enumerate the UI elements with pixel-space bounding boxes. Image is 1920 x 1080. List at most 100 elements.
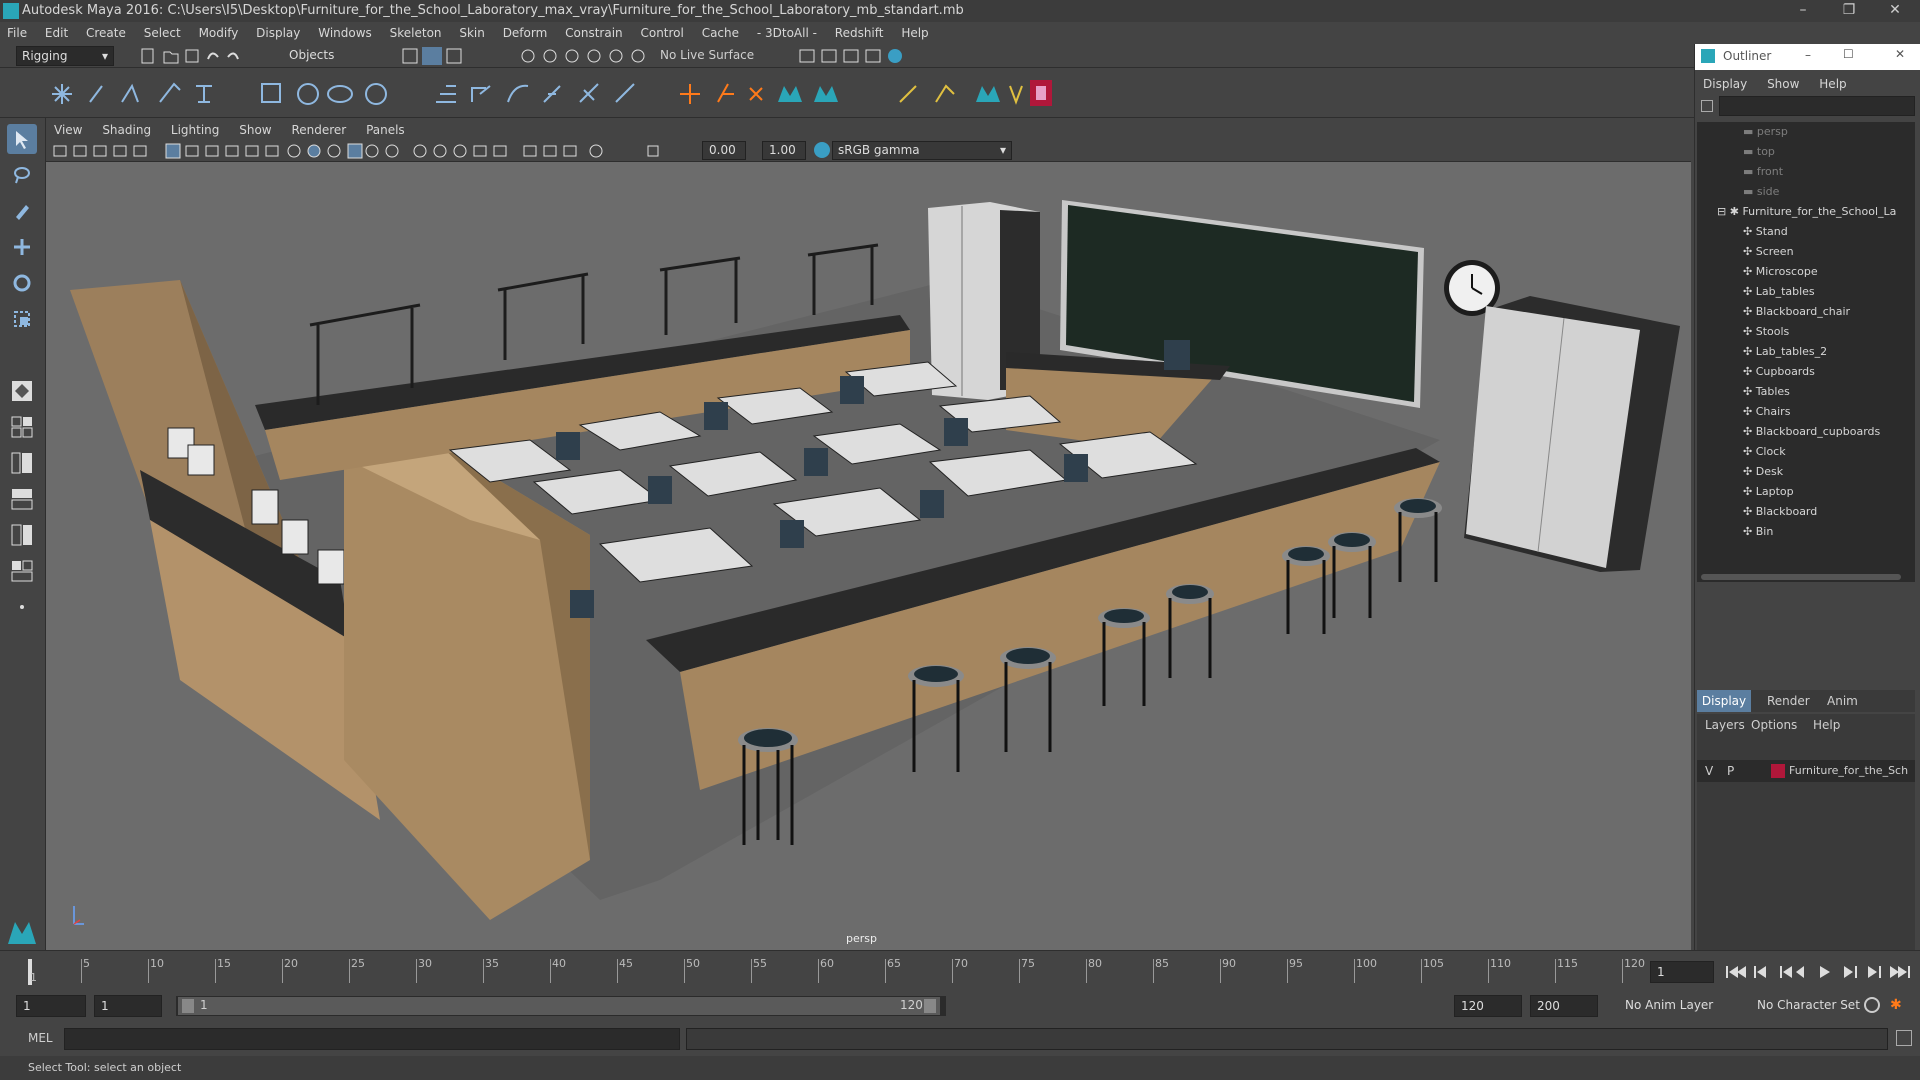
menu-skin[interactable]: Skin	[452, 22, 492, 44]
outliner-item-top[interactable]: ▬ top	[1743, 142, 1775, 162]
playback-start-field[interactable]: 1	[94, 995, 162, 1017]
menu-deform[interactable]: Deform	[496, 22, 555, 44]
command-input[interactable]	[64, 1028, 680, 1050]
outliner-item-blackboard[interactable]: ✣ Blackboard	[1743, 502, 1817, 522]
tab-anim[interactable]: Anim	[1827, 690, 1858, 712]
render-toolbar[interactable]	[796, 47, 916, 65]
menu-create[interactable]: Create	[79, 22, 133, 44]
menuset-dropdown[interactable]: Rigging ▾	[16, 46, 114, 66]
outliner-item-chairs[interactable]: ✣ Chairs	[1743, 402, 1790, 422]
outliner-item-stools[interactable]: ✣ Stools	[1743, 322, 1789, 342]
outliner-h-scrollbar[interactable]	[1701, 574, 1901, 580]
outliner-menu-help[interactable]: Help	[1811, 74, 1854, 94]
menu-modify[interactable]: Modify	[192, 22, 246, 44]
menu-redshift[interactable]: Redshift	[828, 22, 891, 44]
close-icon[interactable]: ✕	[1872, 0, 1918, 22]
panel-menu-renderer[interactable]: Renderer	[283, 120, 354, 140]
minimize-icon[interactable]: –	[1805, 48, 1811, 62]
layer-menu-help[interactable]: Help	[1813, 718, 1840, 732]
menu-3dtoall[interactable]: - 3DtoAll -	[750, 22, 824, 44]
outliner-item-screen[interactable]: ✣ Screen	[1743, 242, 1794, 262]
menu-constrain[interactable]: Constrain	[558, 22, 630, 44]
preferences-icon[interactable]: ✱	[1890, 997, 1906, 1013]
menu-windows[interactable]: Windows	[311, 22, 379, 44]
file-toolbar[interactable]	[138, 47, 258, 65]
outliner-item-blackboard-chair[interactable]: ✣ Blackboard_chair	[1743, 302, 1850, 322]
outliner-menu-show[interactable]: Show	[1759, 74, 1807, 94]
outliner-item-lab-tables-2[interactable]: ✣ Lab_tables_2	[1743, 342, 1827, 362]
outliner-item-microscope[interactable]: ✣ Microscope	[1743, 262, 1818, 282]
menu-help[interactable]: Help	[894, 22, 935, 44]
menu-display[interactable]: Display	[249, 22, 307, 44]
outliner-item-tables[interactable]: ✣ Tables	[1743, 382, 1790, 402]
playback-end-field[interactable]: 120	[1454, 995, 1522, 1017]
range-end-handle[interactable]	[924, 999, 936, 1013]
layer-menu-options[interactable]: Options	[1751, 718, 1797, 732]
filter-icon[interactable]	[1701, 100, 1713, 112]
outliner-item-stand[interactable]: ✣ Stand	[1743, 222, 1788, 242]
viewport-persp[interactable]: persp	[46, 162, 1691, 950]
panel-menu-lighting[interactable]: Lighting	[163, 120, 228, 140]
outliner-item-bin[interactable]: ✣ Bin	[1743, 522, 1773, 542]
menu-select[interactable]: Select	[137, 22, 188, 44]
outliner-item-lab-tables[interactable]: ✣ Lab_tables	[1743, 282, 1815, 302]
color-space-dropdown[interactable]: sRGB gamma ▾	[832, 141, 1012, 160]
tab-render[interactable]: Render	[1767, 690, 1810, 712]
maximize-icon[interactable]: ❐	[1826, 0, 1872, 22]
minimize-icon[interactable]: –	[1780, 0, 1826, 22]
outliner-item-clock[interactable]: ✣ Clock	[1743, 442, 1786, 462]
outliner-layout-icon[interactable]	[7, 448, 37, 478]
hypershade-layout-icon[interactable]	[7, 556, 37, 586]
panel-menu-panels[interactable]: Panels	[358, 120, 413, 140]
near-clip-field[interactable]: 0.00	[702, 141, 746, 160]
time-slider[interactable]: 1 5 10 15 20 25 30 35 40 45 50 55 60 65 …	[0, 950, 1920, 992]
current-frame-field[interactable]: 1	[1650, 961, 1714, 983]
paint-select-tool-icon[interactable]	[7, 196, 37, 226]
outliner-search-input[interactable]	[1719, 96, 1915, 116]
layer-color-swatch[interactable]	[1771, 764, 1785, 778]
menu-file[interactable]: File	[0, 22, 34, 44]
end-frame-field[interactable]: 200	[1530, 995, 1598, 1017]
toolbox-more-icon[interactable]	[7, 592, 37, 622]
shelf-icons[interactable]	[0, 74, 1070, 114]
panel-menu-show[interactable]: Show	[231, 120, 279, 140]
autokey-icon[interactable]	[1864, 997, 1880, 1013]
outliner-item-blackboard-cupboards[interactable]: ✣ Blackboard_cupboards	[1743, 422, 1880, 442]
maximize-icon[interactable]: ☐	[1843, 47, 1854, 61]
layer-playback[interactable]: P	[1727, 764, 1734, 778]
rotate-tool-icon[interactable]	[7, 268, 37, 298]
menu-skeleton[interactable]: Skeleton	[383, 22, 449, 44]
playback-controls[interactable]	[1724, 963, 1914, 981]
start-frame-field[interactable]: 1	[16, 995, 86, 1017]
time-ruler[interactable]: 1 5 10 15 20 25 30 35 40 45 50 55 60 65 …	[26, 957, 1646, 985]
outliner-item-persp[interactable]: ▬ persp	[1743, 122, 1788, 142]
menu-cache[interactable]: Cache	[695, 22, 746, 44]
close-icon[interactable]: ✕	[1895, 47, 1905, 61]
far-clip-field[interactable]: 1.00	[762, 141, 806, 160]
outliner-item-root[interactable]: ⊟ ✱ Furniture_for_the_School_La	[1717, 202, 1896, 222]
panel-menu-view[interactable]: View	[46, 120, 90, 140]
script-editor-icon[interactable]	[1896, 1030, 1912, 1046]
color-management-icon[interactable]	[814, 142, 830, 158]
select-tool-icon[interactable]	[7, 124, 37, 154]
selection-mode-dropdown[interactable]: Objects	[284, 46, 380, 66]
range-bar[interactable]: 1 120	[178, 997, 940, 1015]
lasso-tool-icon[interactable]	[7, 160, 37, 190]
four-view-layout-icon[interactable]	[7, 412, 37, 442]
live-surface-label[interactable]: No Live Surface	[660, 48, 754, 62]
outliner-item-desk[interactable]: ✣ Desk	[1743, 462, 1783, 482]
outliner-item-front[interactable]: ▬ front	[1743, 162, 1783, 182]
layer-visibility[interactable]: V	[1705, 764, 1713, 778]
menu-control[interactable]: Control	[633, 22, 690, 44]
command-language-label[interactable]: MEL	[28, 1031, 53, 1045]
graph-layout-icon[interactable]	[7, 484, 37, 514]
layer-name[interactable]: Furniture_for_the_Sch	[1789, 764, 1908, 777]
scale-tool-icon[interactable]	[7, 304, 37, 334]
outliner-item-cupboards[interactable]: ✣ Cupboards	[1743, 362, 1815, 382]
layer-row[interactable]: V P Furniture_for_the_Sch	[1697, 760, 1915, 782]
outliner-menu-display[interactable]: Display	[1695, 74, 1755, 94]
character-set-dropdown[interactable]: No Character Set	[1752, 995, 1870, 1017]
range-track[interactable]: 1 120	[176, 996, 946, 1016]
menu-edit[interactable]: Edit	[38, 22, 75, 44]
outliner-item-side[interactable]: ▬ side	[1743, 182, 1779, 202]
